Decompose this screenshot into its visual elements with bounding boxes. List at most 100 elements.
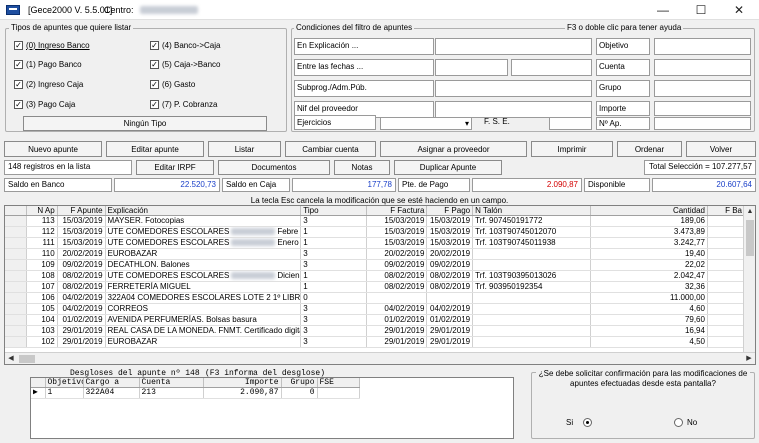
table-cell[interactable] [472, 292, 591, 304]
scroll-up-icon[interactable]: ▲ [744, 206, 755, 218]
table-cell[interactable] [707, 325, 746, 337]
table-cell[interactable]: 09/02/2019 [366, 259, 428, 271]
table-cell[interactable]: 29/01/2019 [366, 325, 428, 337]
table-cell[interactable]: 107 [26, 281, 58, 293]
table-cell[interactable]: DECATHLON. Balones [105, 259, 302, 271]
table-cell[interactable]: 08/02/2019 [426, 270, 474, 282]
check-pago-banco[interactable]: ✓ (1) Pago Banco [14, 60, 82, 69]
table-cell[interactable]: UTE COMEDORES ESCOLARES Dicien [105, 270, 302, 282]
table-cell[interactable] [472, 259, 591, 271]
table-cell[interactable]: 15/03/2019 [366, 215, 428, 227]
table-cell[interactable]: 102 [26, 336, 58, 348]
ningun-tipo-button[interactable]: Ningún Tipo [23, 116, 267, 131]
table-cell[interactable] [426, 292, 474, 304]
desglose-cell[interactable]: 2.090,87 [203, 387, 282, 399]
table-cell[interactable]: 09/02/2019 [426, 259, 474, 271]
radio-si-button[interactable] [583, 418, 593, 427]
table-cell[interactable] [707, 237, 746, 249]
checkbox-icon[interactable]: ✓ [150, 41, 159, 50]
table-cell[interactable]: 22,02 [590, 259, 708, 271]
table-row[interactable]: 105 04/02/2019 CORREOS 3 04/02/2019 04/02/201… [5, 303, 746, 315]
duplicar-apunte-button[interactable]: Duplicar Apunte [394, 160, 502, 175]
scroll-thumb[interactable] [746, 220, 754, 256]
table-cell[interactable]: 1 [300, 270, 367, 282]
table-cell[interactable] [707, 314, 746, 326]
nuevo-apunte-button[interactable]: Nuevo apunte [4, 141, 102, 157]
desglose-cell[interactable]: 322A04 [83, 387, 140, 399]
table-cell[interactable] [366, 292, 428, 304]
table-cell[interactable] [707, 215, 746, 227]
table-row[interactable]: 103 29/01/2019 REAL CASA DE LA MONEDA. FNM… [5, 325, 746, 337]
table-cell[interactable]: 106 [26, 292, 58, 304]
table-cell[interactable]: Trf. 907450191772 [472, 215, 591, 227]
asignar-proveedor-button[interactable]: Asignar a proveedor [380, 141, 527, 157]
documentos-button[interactable]: Documentos [218, 160, 330, 175]
table-cell[interactable]: 15/03/2019 [57, 226, 106, 238]
check-ingreso-caja[interactable]: ✓ (2) Ingreso Caja [14, 80, 83, 89]
row-selector[interactable] [5, 270, 28, 282]
col-header-cantidad[interactable]: Cantidad [590, 206, 708, 216]
cambiar-cuenta-button[interactable]: Cambiar cuenta [285, 141, 376, 157]
table-cell[interactable]: 15/03/2019 [426, 215, 474, 227]
table-cell[interactable]: FERRETERÍA MIGUEL [105, 281, 302, 293]
table-cell[interactable]: 16,94 [590, 325, 708, 337]
table-cell[interactable]: 29/01/2019 [57, 336, 106, 348]
table-row[interactable]: 102 29/01/2019 EUROBAZAR 3 29/01/2019 29/01/2… [5, 336, 746, 348]
filter-nif-input[interactable] [435, 101, 592, 118]
col-header-fpago[interactable]: F Pago [426, 206, 474, 216]
filter-subprog-input[interactable] [435, 80, 592, 97]
notas-button[interactable]: Notas [334, 160, 390, 175]
checkbox-icon[interactable]: ✓ [150, 80, 159, 89]
table-cell[interactable]: EUROBAZAR [105, 248, 302, 260]
check-pago-caja[interactable]: ✓ (3) Pago Caja [14, 100, 75, 109]
grid-horizontal-scrollbar[interactable]: ◀ ▶ [5, 352, 755, 364]
table-cell[interactable]: 2.042,47 [590, 270, 708, 282]
table-row[interactable]: 106 04/02/2019 322A04 COMEDORES ESCOLARES … [5, 292, 746, 304]
filter-objetivo-input[interactable] [654, 38, 751, 55]
row-selector[interactable] [5, 226, 28, 238]
table-cell[interactable]: 3 [300, 314, 367, 326]
table-row[interactable]: 104 01/02/2019 AVENIDA PERFUMERÍAS. Bolsas… [5, 314, 746, 326]
checkbox-icon[interactable]: ✓ [150, 60, 159, 69]
table-cell[interactable]: 109 [26, 259, 58, 271]
table-row[interactable]: 107 08/02/2019 FERRETERÍA MIGUEL 1 08/02/201… [5, 281, 746, 293]
table-cell[interactable] [707, 226, 746, 238]
checkbox-icon[interactable]: ✓ [14, 100, 23, 109]
table-cell[interactable]: 4,50 [590, 336, 708, 348]
filter-cuenta-input[interactable] [654, 59, 751, 76]
check-p-cobranza[interactable]: ✓ (7) P. Cobranza [150, 100, 217, 109]
checkbox-icon[interactable]: ✓ [14, 60, 23, 69]
table-cell[interactable]: 15/03/2019 [366, 226, 428, 238]
table-cell[interactable]: 113 [26, 215, 58, 227]
close-button[interactable]: ✕ [720, 0, 758, 20]
table-cell[interactable]: 08/02/2019 [366, 281, 428, 293]
table-cell[interactable]: 11.000,00 [590, 292, 708, 304]
scroll-h-thumb[interactable] [19, 355, 35, 363]
desglose-col-cargo[interactable]: Cargo a [83, 378, 140, 388]
desglose-col-cuenta[interactable]: Cuenta [139, 378, 204, 388]
scroll-right-icon[interactable]: ▶ [743, 353, 755, 364]
check-gasto[interactable]: ✓ (6) Gasto [150, 80, 195, 89]
table-cell[interactable]: 1 [300, 281, 367, 293]
table-cell[interactable]: REAL CASA DE LA MONEDA. FNMT. Certificad… [105, 325, 302, 337]
table-cell[interactable]: 20/02/2019 [366, 248, 428, 260]
grid-vertical-scrollbar[interactable]: ▲ [743, 206, 755, 353]
row-selector[interactable] [5, 292, 28, 304]
table-cell[interactable] [707, 281, 746, 293]
table-cell[interactable]: 19,40 [590, 248, 708, 260]
table-cell[interactable]: UTE COMEDORES ESCOLARES Enero [105, 237, 302, 249]
checkbox-icon[interactable]: ✓ [150, 100, 159, 109]
col-header-ntalon[interactable]: N Talón [472, 206, 591, 216]
checkbox-icon[interactable]: ✓ [14, 41, 23, 50]
table-cell[interactable]: 79,60 [590, 314, 708, 326]
check-ingreso-banco[interactable]: ✓ (0) Ingreso Banco [14, 41, 90, 50]
desglose-col-objetivo[interactable]: Objetivo [45, 378, 84, 388]
table-row[interactable]: 109 09/02/2019 DECATHLON. Balones 3 09/02/20… [5, 259, 746, 271]
table-cell[interactable]: 1 [300, 226, 367, 238]
radio-no[interactable]: No [674, 418, 697, 427]
table-cell[interactable] [472, 336, 591, 348]
table-cell[interactable] [472, 314, 591, 326]
table-cell[interactable]: 01/02/2019 [366, 314, 428, 326]
table-cell[interactable]: 3 [300, 248, 367, 260]
table-cell[interactable]: 32,36 [590, 281, 708, 293]
